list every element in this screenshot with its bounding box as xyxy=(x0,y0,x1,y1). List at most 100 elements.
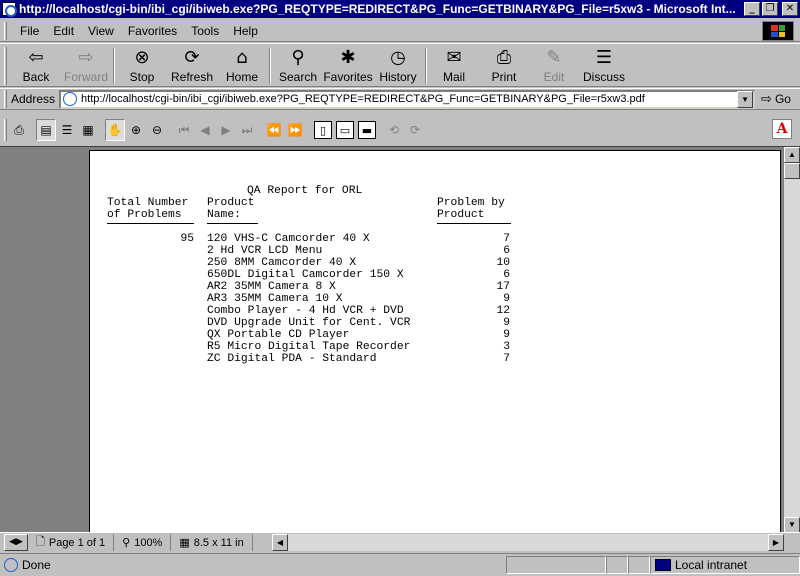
stop-label: Stop xyxy=(129,70,155,84)
stop-button[interactable]: ⊗ Stop xyxy=(117,44,167,86)
search-label: Search xyxy=(278,70,318,84)
favorites-label: Favorites xyxy=(323,70,373,84)
report-title: QA Report for ORL xyxy=(247,185,363,197)
home-button[interactable]: ⌂ Home xyxy=(217,44,267,86)
title-bar: http://localhost/cgi-bin/ibi_cgi/ibiweb.… xyxy=(0,0,800,18)
status-bar: Done Local intranet xyxy=(0,553,800,575)
vertical-scroll-thumb[interactable] xyxy=(784,163,800,179)
discuss-button[interactable]: ☰ Discuss xyxy=(579,44,629,86)
scroll-up-button[interactable]: ▲ xyxy=(784,147,800,163)
page-icon: 🗋 xyxy=(36,535,45,548)
close-button[interactable]: ✕ xyxy=(782,2,798,16)
fit-page-icon[interactable]: ▭ xyxy=(336,121,354,139)
print-icon[interactable]: ⎙ xyxy=(9,119,29,141)
status-field-empty xyxy=(628,555,650,574)
forward-arrow-icon: ⇨ xyxy=(78,46,94,68)
zoom-indicator[interactable]: ⚲ 100% xyxy=(114,534,172,551)
edit-button[interactable]: ✎ Edit xyxy=(529,44,579,86)
horizontal-scrollbar[interactable]: ◀ ▶ xyxy=(272,534,784,551)
toolbar-separator xyxy=(425,48,427,84)
zoom-in-icon[interactable]: ⊕ xyxy=(126,119,146,141)
security-zone[interactable]: Local intranet xyxy=(650,555,800,574)
actual-size-icon[interactable]: ▯ xyxy=(314,121,332,139)
page-size-indicator[interactable]: ▦ 8.5 x 11 in xyxy=(171,534,253,551)
menu-view[interactable]: View xyxy=(81,24,121,38)
hand-tool-icon[interactable]: ✋ xyxy=(105,119,125,141)
menu-favorites[interactable]: Favorites xyxy=(121,24,184,38)
ie-app-icon[interactable] xyxy=(2,2,17,17)
acrobat-toolbar: ⎙ ▤ ☰ ▦ ✋ ⊕ ⊖ ⏮ ◀ ▶ ⏭ ⏪ ⏩ ▯ ▭ ▬ ⟲ ⟳ A xyxy=(0,114,800,146)
menu-file[interactable]: File xyxy=(13,24,46,38)
status-field-empty xyxy=(606,555,628,574)
fit-width-icon[interactable]: ▬ xyxy=(358,121,376,139)
address-field[interactable]: ▼ xyxy=(59,89,756,109)
menu-tools[interactable]: Tools xyxy=(184,24,226,38)
back-button[interactable]: ⇦ Back xyxy=(11,44,61,86)
total-problems-value: 95 xyxy=(180,233,194,245)
product-name: QX Portable CD Player xyxy=(207,329,350,341)
scroll-right-button[interactable]: ▶ xyxy=(768,534,784,551)
home-label: Home xyxy=(225,70,258,84)
scroll-left-button[interactable]: ◀ xyxy=(272,534,288,551)
minimize-button[interactable]: _ xyxy=(744,2,760,16)
adobe-logo-icon[interactable]: A xyxy=(772,119,792,139)
menu-bar: File Edit View Favorites Tools Help xyxy=(0,20,800,42)
status-text: Done xyxy=(22,557,51,572)
header-rule-total xyxy=(107,223,194,224)
page-size-icon: ▦ xyxy=(179,536,190,549)
vertical-scrollbar[interactable]: ▲ ▼ xyxy=(784,147,800,533)
acrobat-grip[interactable] xyxy=(4,119,7,141)
menu-help[interactable]: Help xyxy=(226,24,265,38)
print-button[interactable]: ⎙ Print xyxy=(479,44,529,86)
go-back-view-icon[interactable]: ⏪ xyxy=(264,119,284,141)
product-name: DVD Upgrade Unit for Cent. VCR xyxy=(207,317,411,329)
go-button[interactable]: ⇨ Go xyxy=(761,92,791,107)
address-input[interactable] xyxy=(81,93,738,105)
search-button[interactable]: ⚲ Search xyxy=(273,44,323,86)
history-button[interactable]: ◷ History xyxy=(373,44,423,86)
header-count-line1: Problem by xyxy=(437,197,505,209)
page-status-icon xyxy=(4,557,18,572)
edit-icon: ✎ xyxy=(546,46,562,68)
history-icon: ◷ xyxy=(390,46,406,68)
favorites-icon: ✱ xyxy=(340,46,356,68)
next-page-icon[interactable]: ▶ xyxy=(216,119,236,141)
previous-page-icon[interactable]: ◀ xyxy=(195,119,215,141)
print-icon: ⎙ xyxy=(496,46,512,68)
restore-button[interactable]: ❐ xyxy=(762,2,778,16)
address-bar: Address ▼ ⇨ Go xyxy=(0,88,800,110)
forward-button[interactable]: ⇨ Forward xyxy=(61,44,111,86)
problem-count: 3 xyxy=(503,341,510,353)
forward-label: Forward xyxy=(63,70,108,84)
show-hide-navigation-button[interactable]: ◀▶ xyxy=(4,534,28,551)
page-indicator[interactable]: 🗋 Page 1 of 1 xyxy=(28,534,115,551)
address-dropdown-button[interactable]: ▼ xyxy=(737,90,754,108)
go-forward-view-icon[interactable]: ⏩ xyxy=(285,119,305,141)
zoom-out-icon[interactable]: ⊖ xyxy=(147,119,167,141)
page-only-icon[interactable]: ▤ xyxy=(36,119,56,141)
toolbar-grip[interactable] xyxy=(4,47,7,85)
refresh-button[interactable]: ⟳ Refresh xyxy=(167,44,217,86)
favorites-button[interactable]: ✱ Favorites xyxy=(323,44,373,86)
last-page-icon[interactable]: ⏭ xyxy=(237,119,257,141)
history-label: History xyxy=(379,70,417,84)
thumbnails-page-icon[interactable]: ▦ xyxy=(78,119,98,141)
product-name: Combo Player - 4 Hd VCR + DVD xyxy=(207,305,404,317)
problem-count: 9 xyxy=(503,317,510,329)
problem-count: 6 xyxy=(503,269,510,281)
standard-toolbar: ⇦ Back ⇨ Forward ⊗ Stop ⟳ Refresh ⌂ Home ⚲ Search ✱ F… xyxy=(0,43,800,87)
pdf-viewer[interactable]: QA Report for ORL Total Number of Proble… xyxy=(0,146,800,533)
address-grip[interactable] xyxy=(4,90,7,108)
menu-edit[interactable]: Edit xyxy=(46,24,81,38)
search-icon: ⚲ xyxy=(291,46,305,68)
scroll-down-button[interactable]: ▼ xyxy=(784,517,800,533)
page-icon xyxy=(63,92,78,106)
rotate-right-icon[interactable]: ⟳ xyxy=(405,119,425,141)
first-page-icon[interactable]: ⏮ xyxy=(174,119,194,141)
mail-button[interactable]: ✉ Mail xyxy=(429,44,479,86)
bookmarks-page-icon[interactable]: ☰ xyxy=(57,119,77,141)
rotate-left-icon[interactable]: ⟲ xyxy=(384,119,404,141)
address-label: Address xyxy=(11,92,56,106)
problem-count: 7 xyxy=(503,233,510,245)
menu-grip[interactable] xyxy=(4,21,7,40)
